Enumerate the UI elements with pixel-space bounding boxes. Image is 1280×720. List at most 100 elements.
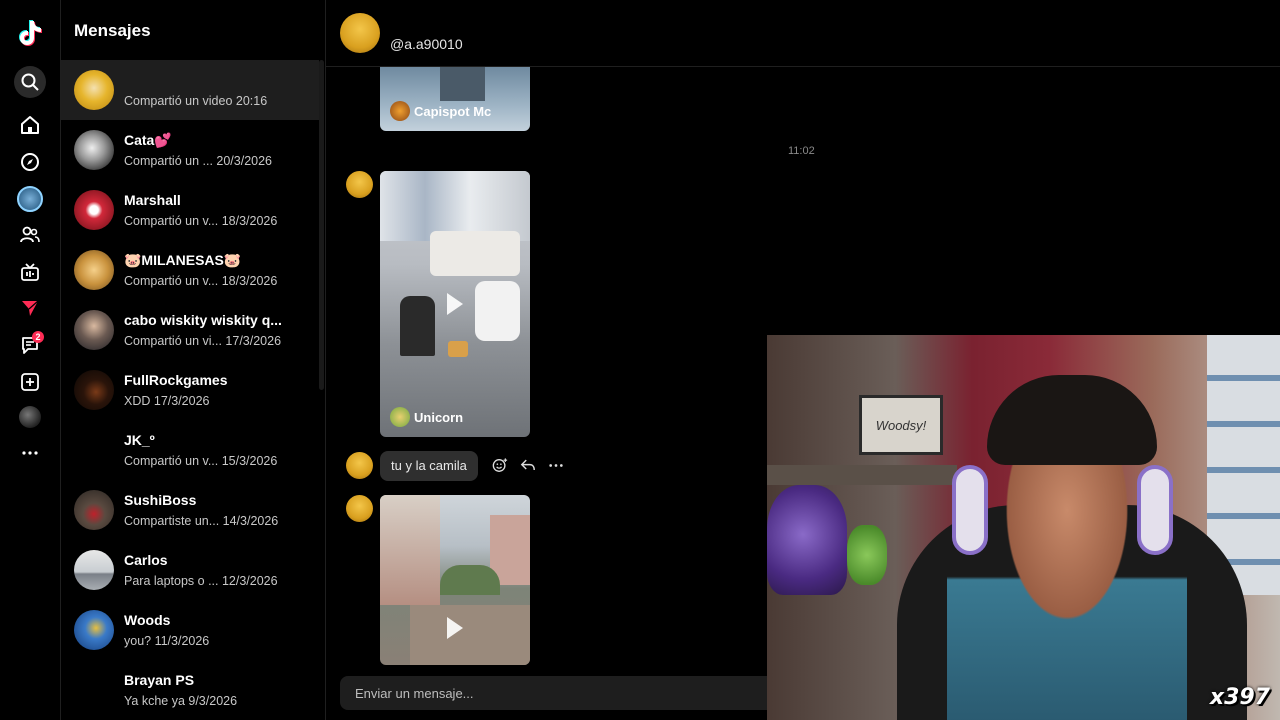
conversation-name: FullRockgames xyxy=(124,372,228,388)
avatar xyxy=(74,610,114,650)
conversation-name: 🐷MILANESAS🐷 xyxy=(124,252,242,268)
inbox-badge: 2 xyxy=(32,331,44,343)
conversation-item[interactable]: Woods you? 11/3/2026 xyxy=(61,600,319,660)
avatar xyxy=(74,250,114,290)
webcam-overlay-label: x397 xyxy=(1209,685,1270,710)
more-options-icon[interactable] xyxy=(548,456,564,474)
conversation-name: Cata💕 xyxy=(124,132,172,148)
conversation-name: Woods xyxy=(124,612,171,628)
conversation-preview: Compartió un ... 20/3/2026 xyxy=(124,154,273,168)
play-icon xyxy=(447,293,463,315)
chat-header: @a.a90010 xyxy=(326,0,1280,67)
avatar xyxy=(74,190,114,230)
shared-video[interactable]: Unicorn xyxy=(380,171,530,437)
shared-video[interactable]: Capispot Mc xyxy=(380,67,530,131)
video-creator-name: Unicorn xyxy=(414,409,464,425)
conversation-preview: Compartió un v... 15/3/2026 xyxy=(124,454,278,468)
video-creator-name: Capispot Mc xyxy=(414,103,492,119)
conversation-preview: Ya kche ya 9/3/2026 xyxy=(124,694,238,708)
webcam-shelf xyxy=(767,465,957,485)
conversation-preview: Compartió un v... 18/3/2026 xyxy=(124,274,278,288)
avatar xyxy=(74,670,114,710)
avatar xyxy=(74,70,114,110)
message-bubble[interactable]: tu y la camila xyxy=(380,451,478,481)
video-thumbnail-shape xyxy=(430,231,520,276)
message-input[interactable] xyxy=(340,676,780,710)
headphone xyxy=(952,465,988,555)
conversation-item[interactable]: FullRockgames XDD 17/3/2026 xyxy=(61,360,319,420)
messages-send-icon[interactable] xyxy=(14,292,46,324)
avatar xyxy=(74,430,114,470)
conversation-name: JK_º xyxy=(124,432,155,448)
webcam-overlay: Woodsy! x397 xyxy=(767,335,1280,720)
conversation-preview: Compartiste un... 14/3/2026 xyxy=(124,514,279,528)
tiktok-logo-icon[interactable] xyxy=(18,20,42,46)
conversation-item[interactable]: cabo wiskity wiskity q... Compartió un vi… xyxy=(61,300,319,360)
headphone xyxy=(1137,465,1173,555)
conversation-preview: Compartió un vi... 17/3/2026 xyxy=(124,334,282,348)
explore-icon[interactable] xyxy=(14,146,46,178)
conversation-item[interactable]: JK_º Compartió un v... 15/3/2026 xyxy=(61,420,319,480)
avatar xyxy=(74,550,114,590)
message-timestamp: 11:02 xyxy=(788,145,815,157)
video-thumbnail-shape xyxy=(448,341,468,357)
chat-handle[interactable]: @a.a90010 xyxy=(390,36,463,52)
shared-video[interactable] xyxy=(380,495,530,665)
live-icon[interactable] xyxy=(14,256,46,288)
conversation-name: Brayan PS xyxy=(124,672,195,688)
play-icon xyxy=(447,616,463,639)
profile-avatar-icon[interactable] xyxy=(19,406,41,428)
webcam-sign: Woodsy! xyxy=(859,395,943,455)
conversation-preview: Para laptops o ... 12/3/2026 xyxy=(124,574,278,588)
conversation-item[interactable]: Marshall Compartió un v... 18/3/2026 xyxy=(61,180,319,240)
video-thumbnail-shape xyxy=(400,296,435,356)
sender-avatar[interactable] xyxy=(346,452,373,479)
upload-icon[interactable] xyxy=(14,366,46,398)
icon-rail: 2 xyxy=(0,0,61,720)
conversation-name: Marshall xyxy=(124,192,181,208)
avatar xyxy=(74,310,114,350)
sender-avatar[interactable] xyxy=(346,171,373,198)
video-thumbnail-shape xyxy=(440,67,485,101)
conversation-item[interactable]: SushiBoss Compartiste un... 14/3/2026 xyxy=(61,480,319,540)
reply-icon[interactable] xyxy=(520,456,536,474)
message-actions xyxy=(492,456,564,474)
friends-icon[interactable] xyxy=(14,219,46,251)
conversation-item[interactable]: Carlos Para laptops o ... 12/3/2026 xyxy=(61,540,319,600)
gengar-plush xyxy=(767,485,847,595)
conversation-preview: you? 11/3/2026 xyxy=(124,634,210,648)
react-emoji-icon[interactable] xyxy=(492,456,508,474)
video-thumbnail-shape xyxy=(380,495,440,605)
video-thumbnail-shape xyxy=(475,281,520,341)
conversation-name: SushiBoss xyxy=(124,492,197,508)
sender-avatar[interactable] xyxy=(346,495,373,522)
conversations-panel: Mensajes Compartió un video 20:16 Cata💕 C… xyxy=(61,0,326,720)
video-label: Unicorn xyxy=(390,407,463,427)
search-icon[interactable] xyxy=(14,66,46,98)
plush-toy xyxy=(847,525,887,585)
conversation-name xyxy=(124,72,267,90)
more-icon[interactable] xyxy=(14,437,46,469)
conversation-preview: Compartió un video 20:16 xyxy=(124,94,268,108)
video-thumbnail-shape xyxy=(410,605,530,665)
conversation-item[interactable]: Cata💕 Compartió un ... 20/3/2026 xyxy=(61,120,319,180)
conversation-item[interactable]: Compartió un video 20:16 xyxy=(61,60,319,120)
creator-avatar xyxy=(390,407,410,427)
conversation-item[interactable]: 🐷MILANESAS🐷 Compartió un v... 18/3/2026 xyxy=(61,240,319,300)
avatar[interactable] xyxy=(340,13,380,53)
video-thumbnail-shape xyxy=(440,565,500,595)
video-label: Capispot Mc xyxy=(390,101,491,121)
home-icon[interactable] xyxy=(14,109,46,141)
conversation-preview: Compartió un v... 18/3/2026 xyxy=(124,214,278,228)
conversation-preview: XDD 17/3/2026 xyxy=(124,394,210,408)
conversation-item[interactable]: Brayan PS Ya kche ya 9/3/2026 xyxy=(61,660,319,720)
conversation-name: cabo wiskity wiskity q... xyxy=(124,312,282,328)
following-avatar-icon[interactable] xyxy=(17,186,43,212)
conversation-list: Compartió un video 20:16 Cata💕 Compartió … xyxy=(61,60,319,720)
conversation-name: Carlos xyxy=(124,552,168,568)
avatar xyxy=(74,130,114,170)
avatar xyxy=(74,370,114,410)
conversation-scrollbar[interactable] xyxy=(319,60,324,390)
avatar xyxy=(74,490,114,530)
inbox-icon[interactable]: 2 xyxy=(14,329,46,361)
